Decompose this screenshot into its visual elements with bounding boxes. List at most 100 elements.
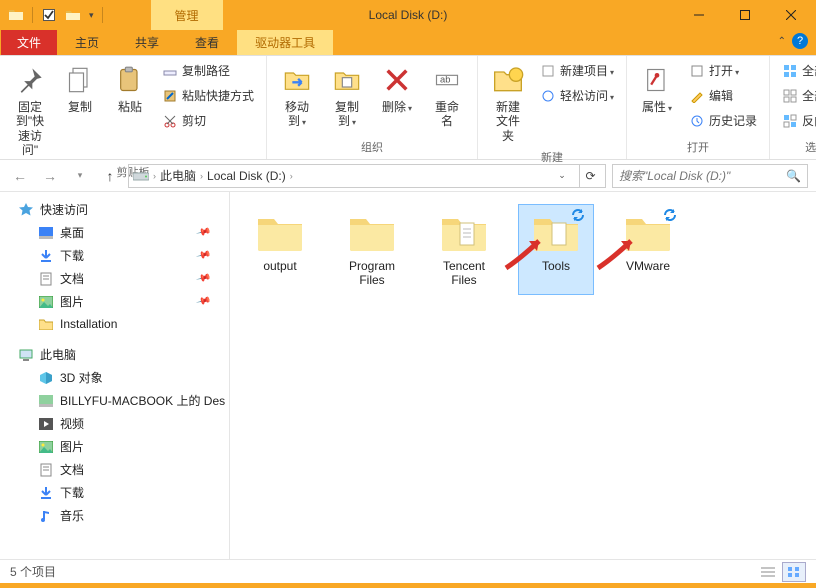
sidebar-item-macbook-desktop[interactable]: BILLYFU-MACBOOK 上的 Des (0, 389, 229, 412)
ribbon-group-open: 属性 打开 编辑 历史记录 打开 (627, 56, 770, 159)
crumb-thispc[interactable]: 此电脑 (160, 167, 196, 184)
music-icon (38, 508, 54, 524)
copy-button[interactable]: 复制 (58, 60, 102, 118)
tab-file[interactable]: 文件 (1, 30, 57, 55)
recent-dropdown-icon[interactable]: ▾ (68, 164, 92, 188)
minimize-button[interactable] (676, 0, 722, 30)
up-button[interactable]: ↑ (98, 164, 122, 188)
sidebar-item-videos[interactable]: 视频 (0, 412, 229, 435)
title-bar: ▾ 管理 Local Disk (D:) (0, 0, 816, 30)
download-icon (38, 248, 54, 264)
tab-view[interactable]: 查看 (177, 30, 237, 55)
folder-small-icon[interactable] (65, 7, 81, 23)
sidebar-item-label: 图片 (60, 438, 84, 455)
new-folder-button[interactable]: 新建 文件夹 (486, 60, 530, 147)
sidebar-item-label: 快速访问 (40, 201, 88, 218)
ribbon-group-organize: 移动到 复制到 删除 ab 重命名 组织 (267, 56, 478, 159)
navigation-pane[interactable]: 快速访问 桌面 📌 下载 📌 文档 📌 图片 📌 Installation (0, 192, 230, 559)
search-box[interactable]: 🔍 (612, 164, 808, 188)
selectnone-icon (782, 88, 798, 104)
paste-shortcut-button[interactable]: 粘贴快捷方式 (158, 85, 258, 106)
tab-share[interactable]: 共享 (117, 30, 177, 55)
properties-icon (641, 64, 673, 96)
group-label-select: 选择 (778, 137, 816, 159)
open-button[interactable]: 打开 (685, 60, 761, 81)
refresh-button[interactable]: ⟳ (579, 165, 601, 187)
sidebar-item-pictures[interactable]: 图片 📌 (0, 290, 229, 313)
maximize-button[interactable] (722, 0, 768, 30)
sidebar-item-installation[interactable]: Installation (0, 313, 229, 335)
select-all-button[interactable]: 全部选择 (778, 60, 816, 81)
chevron-right-icon[interactable]: › (200, 171, 203, 181)
sidebar-item-documents[interactable]: 文档 📌 (0, 267, 229, 290)
search-icon[interactable]: 🔍 (786, 169, 801, 183)
select-none-button[interactable]: 全部取消 (778, 85, 816, 106)
delete-button[interactable]: 删除 (375, 60, 419, 118)
properties-button[interactable]: 属性 (635, 60, 679, 118)
moveto-icon (281, 64, 313, 96)
folder-icon (346, 211, 398, 255)
address-dropdown-icon[interactable]: ⌄ (553, 170, 571, 181)
cut-button[interactable]: 剪切 (158, 110, 258, 131)
back-button[interactable]: ← (8, 164, 32, 188)
copyto-icon (331, 64, 363, 96)
pin-icon: 📌 (195, 225, 211, 241)
paste-button[interactable]: 粘贴 (108, 60, 152, 118)
cut-icon (162, 113, 178, 129)
pictures-icon (38, 294, 54, 310)
address-bar[interactable]: › 此电脑 › Local Disk (D:) › ⌄ ⟳ (128, 164, 606, 188)
selectall-icon (782, 63, 798, 79)
sidebar-item-documents2[interactable]: 文档 (0, 458, 229, 481)
sidebar-item-downloads2[interactable]: 下载 (0, 481, 229, 504)
sidebar-item-thispc[interactable]: 此电脑 (0, 343, 229, 366)
invert-selection-button[interactable]: 反向选择 (778, 110, 816, 131)
tab-drive-tools[interactable]: 驱动器工具 (237, 30, 333, 55)
copy-to-button[interactable]: 复制到 (325, 60, 369, 133)
history-button[interactable]: 历史记录 (685, 110, 761, 131)
pin-to-quickaccess-button[interactable]: 固定到"快 速访问" (8, 60, 52, 162)
sidebar-item-downloads[interactable]: 下载 📌 (0, 244, 229, 267)
sidebar-item-music[interactable]: 音乐 (0, 504, 229, 527)
ribbon-collapse-icon[interactable]: ⌃ (778, 36, 786, 47)
folder-item[interactable]: output (242, 204, 318, 295)
paste-icon (114, 64, 146, 96)
close-button[interactable] (768, 0, 814, 30)
group-label-organize: 组织 (275, 137, 469, 159)
folder-item[interactable]: Tools (518, 204, 594, 295)
search-input[interactable] (619, 169, 786, 183)
chevron-right-icon[interactable]: › (153, 171, 156, 181)
sidebar-item-3dobjects[interactable]: 3D 对象 (0, 366, 229, 389)
pin-icon: 📌 (195, 271, 211, 287)
sidebar-item-quickaccess[interactable]: 快速访问 (0, 198, 229, 221)
edit-button[interactable]: 编辑 (685, 85, 761, 106)
easy-access-button[interactable]: 轻松访问 (536, 85, 618, 106)
chevron-right-icon[interactable]: › (290, 171, 293, 181)
video-icon (38, 416, 54, 432)
folder-item[interactable]: Tencent Files (426, 204, 502, 295)
details-view-button[interactable] (756, 562, 780, 582)
qat-dropdown-icon[interactable]: ▾ (89, 10, 94, 21)
ribbon-group-select: 全部选择 全部取消 反向选择 选择 (770, 56, 816, 159)
item-label: VMware (626, 259, 670, 273)
drive-icon (133, 168, 149, 184)
folder-item[interactable]: VMware (610, 204, 686, 295)
icons-view-button[interactable] (782, 562, 806, 582)
sidebar-item-label: BILLYFU-MACBOOK 上的 Des (60, 392, 225, 409)
forward-button[interactable]: → (38, 164, 62, 188)
crumb-drive[interactable]: Local Disk (D:) (207, 169, 286, 183)
move-to-button[interactable]: 移动到 (275, 60, 319, 133)
tab-home[interactable]: 主页 (57, 30, 117, 55)
ribbon-group-clipboard: 固定到"快 速访问" 复制 粘贴 复制路径 粘贴快捷方式 (0, 56, 267, 159)
copy-path-button[interactable]: 复制路径 (158, 60, 258, 81)
checkbox-icon[interactable] (41, 7, 57, 23)
body: 快速访问 桌面 📌 下载 📌 文档 📌 图片 📌 Installation (0, 192, 816, 559)
sidebar-item-pictures2[interactable]: 图片 (0, 435, 229, 458)
folder-item[interactable]: Program Files (334, 204, 410, 295)
sidebar-item-desktop[interactable]: 桌面 📌 (0, 221, 229, 244)
sidebar-item-label: 3D 对象 (60, 369, 103, 386)
divider (32, 7, 33, 23)
rename-button[interactable]: ab 重命名 (425, 60, 469, 133)
help-icon[interactable]: ? (792, 33, 808, 49)
new-item-button[interactable]: 新建项目 (536, 60, 618, 81)
file-pane[interactable]: output Program Files Tencent Files (230, 192, 816, 559)
